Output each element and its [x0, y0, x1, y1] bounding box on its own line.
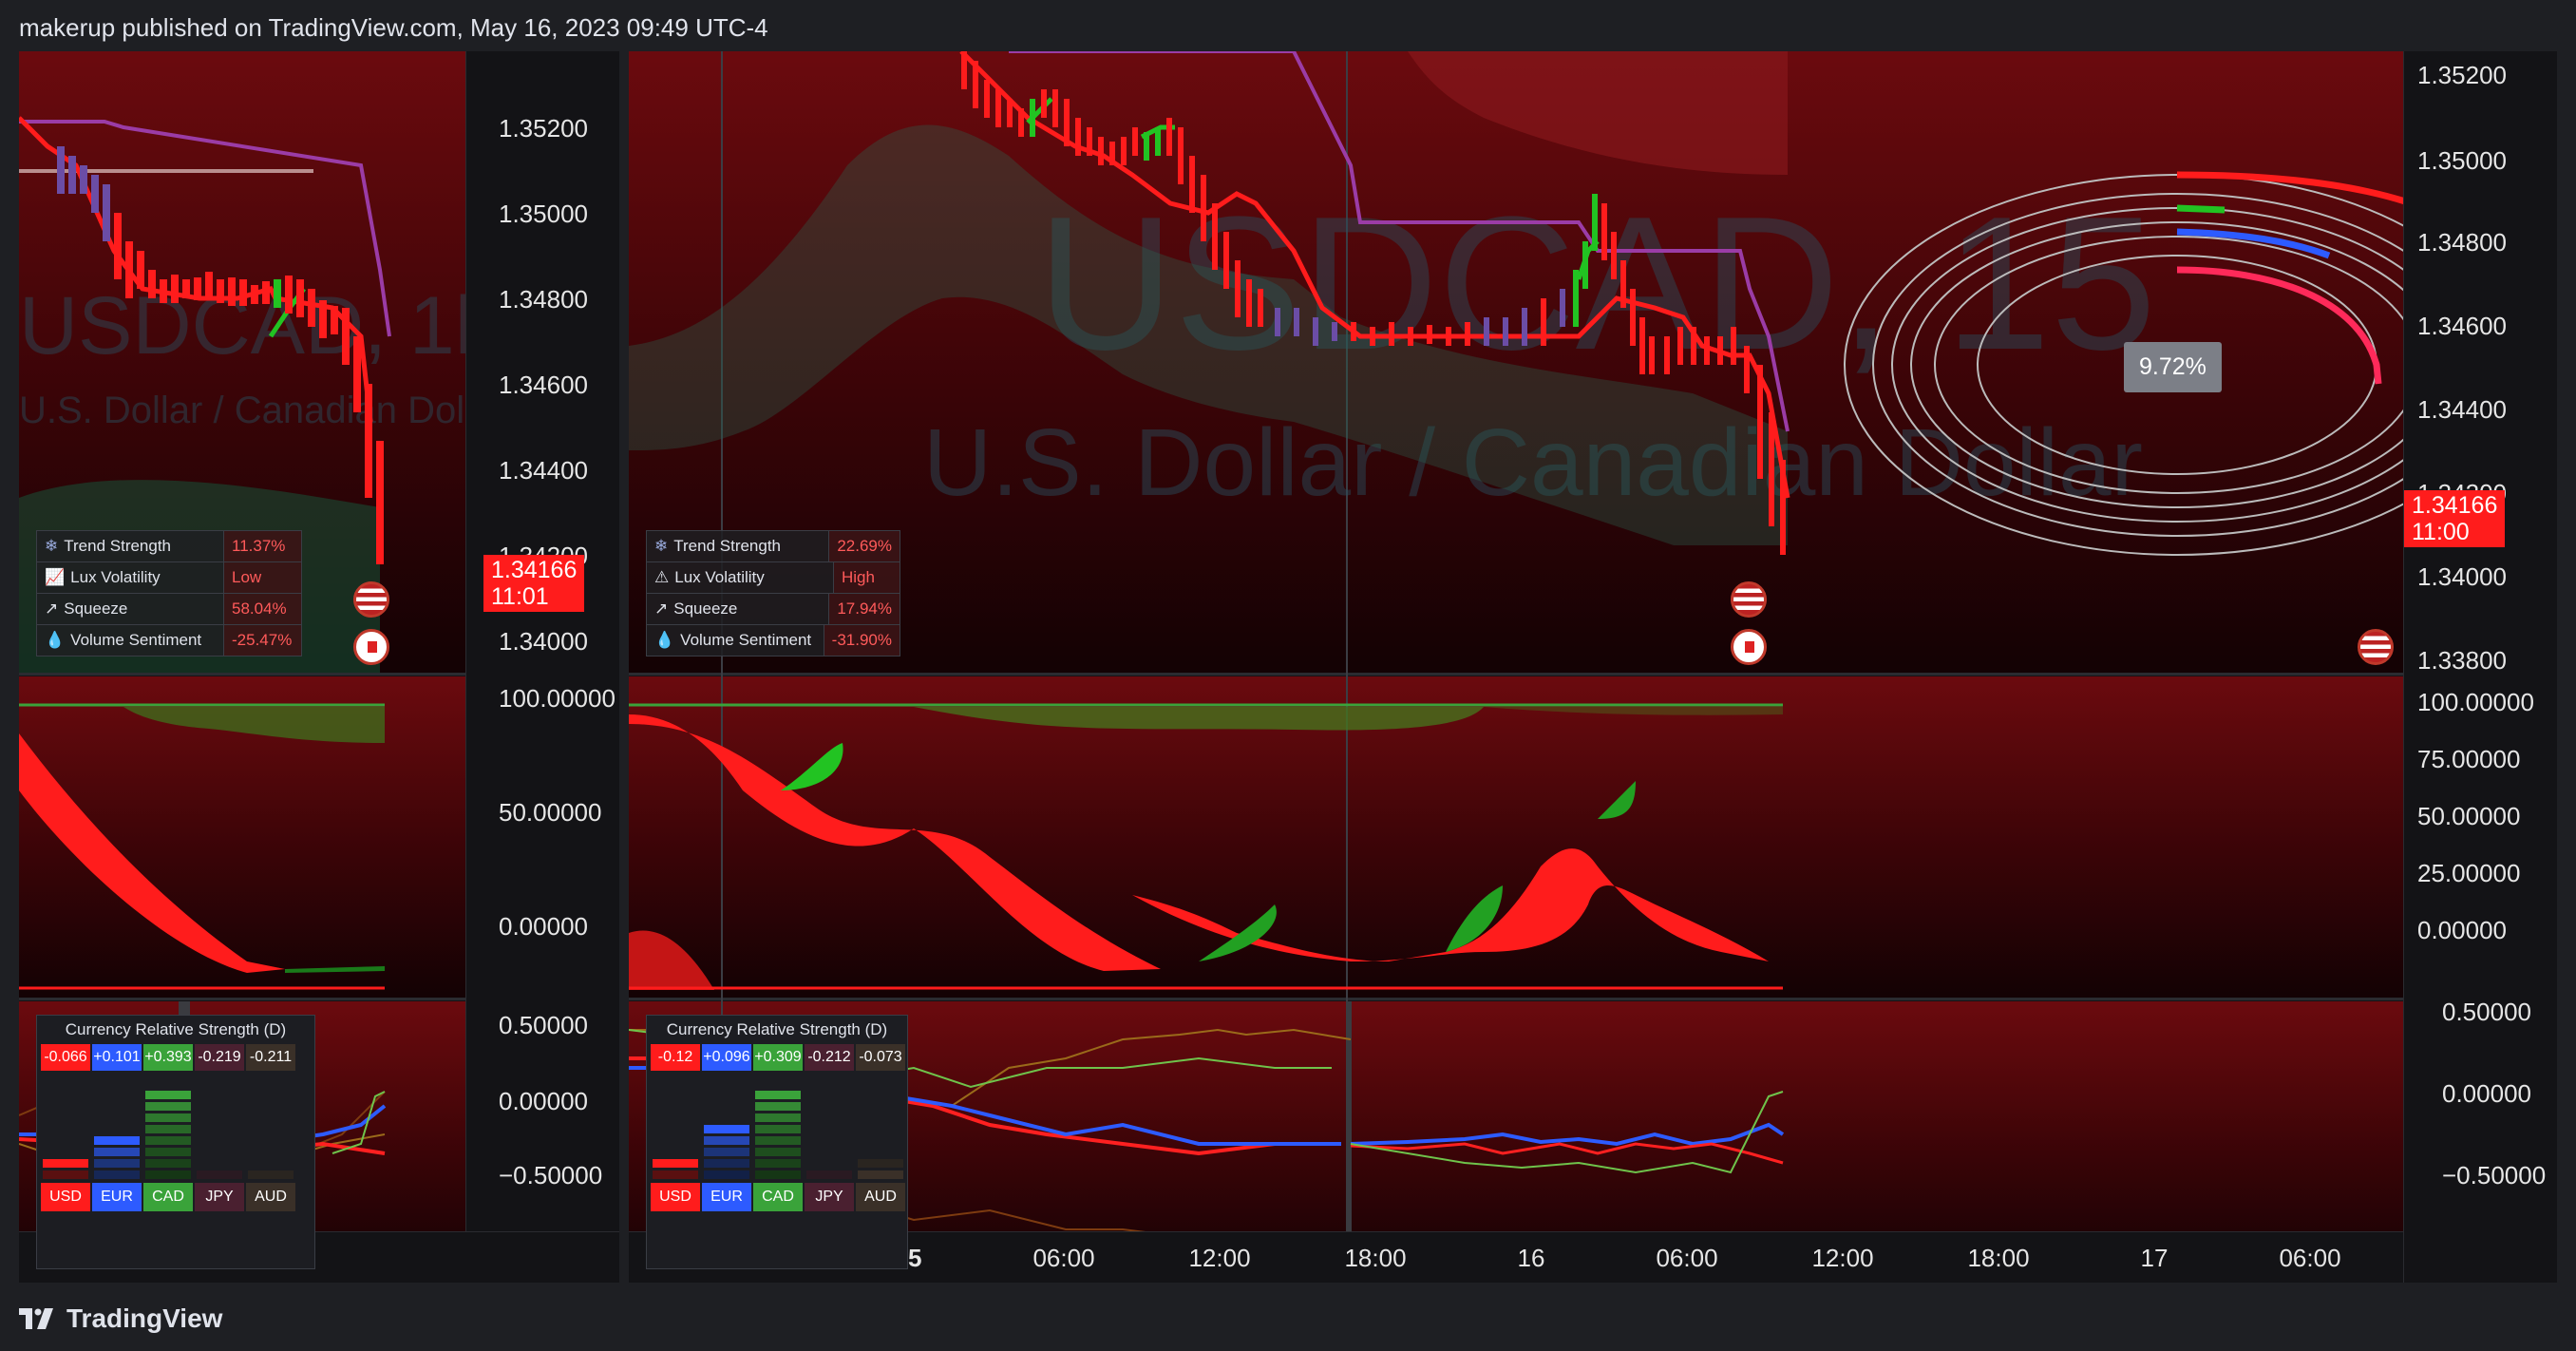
left-price-axis[interactable]: 1.35200 1.35000 1.34800 1.34600 1.34400 …	[465, 51, 619, 1283]
us-flag-icon[interactable]	[353, 581, 389, 618]
stat-row-lux-volatility: 📈 Lux Volatility Low	[37, 562, 301, 594]
chart-icon: 📈	[45, 568, 66, 586]
currency-strength-bars	[647, 1076, 907, 1179]
publisher-line: makerup published on TradingView.com, Ma…	[19, 13, 768, 42]
stat-row-squeeze: ↗ Squeeze 17.94%	[647, 594, 900, 625]
oscillator-red-band	[19, 733, 285, 973]
stat-row-volume-sentiment: 💧 Volume Sentiment -31.90%	[647, 625, 900, 656]
snowflake-icon: ❄	[654, 537, 669, 555]
currency-strength-panel: Currency Relative Strength (D) -0.066 +0…	[36, 1015, 315, 1269]
red-cloud	[1408, 51, 1788, 175]
lux-stats-table: ❄ Trend Strength 22.69% ⚠ Lux Volatility H…	[646, 530, 900, 656]
us-flag-icon[interactable]	[2358, 629, 2394, 665]
arrow-up-right-icon: ↗	[654, 599, 669, 618]
gauge-value-label: 9.72%	[2124, 342, 2222, 392]
last-price-tag: 1.34166 11:01	[483, 555, 585, 612]
stat-row-squeeze: ↗ Squeeze 58.04%	[37, 594, 301, 625]
currency-strength-bars	[37, 1076, 314, 1179]
purple-band	[19, 120, 391, 337]
left-chart-pane[interactable]: USDCAD, 1h U.S. Dollar / Canadian Dollar	[19, 51, 619, 1283]
stat-row-trend-strength: ❄ Trend Strength 22.69%	[647, 531, 900, 562]
last-price-tag: 1.34166 11:00	[2404, 490, 2506, 547]
droplet-icon: 💧	[45, 631, 66, 649]
oscillator-red-band	[629, 714, 1161, 971]
droplet-icon: 💧	[654, 631, 675, 649]
gauge-arc-green	[2176, 204, 2226, 214]
tradingview-logo[interactable]: TradingView	[19, 1302, 222, 1336]
tradingview-logo-icon	[19, 1308, 53, 1329]
right-price-axis[interactable]: 1.35200 1.35000 1.34800 1.34600 1.34400 …	[2403, 51, 2557, 1283]
snowflake-icon: ❄	[45, 537, 59, 555]
stat-row-trend-strength: ❄ Trend Strength 11.37%	[37, 531, 301, 562]
us-flag-icon[interactable]	[1731, 581, 1767, 618]
arrow-up-right-icon: ↗	[45, 599, 59, 618]
green-cloud	[629, 124, 1788, 545]
right-oscillator[interactable]	[629, 676, 2405, 998]
left-oscillator[interactable]	[19, 676, 465, 998]
canada-flag-icon[interactable]	[353, 629, 389, 665]
lux-stats-table: ❄ Trend Strength 11.37% 📈 Lux Volatility L…	[36, 530, 302, 656]
right-chart-pane[interactable]: USDCAD, 15 U.S. Dollar / Canadian Dollar	[629, 51, 2557, 1283]
currency-strength-panel: Currency Relative Strength (D) -0.12 +0.…	[646, 1015, 908, 1269]
canada-flag-icon[interactable]	[1731, 629, 1767, 665]
stat-row-volume-sentiment: 💧 Volume Sentiment -25.47%	[37, 625, 301, 656]
tradingview-logo-text: TradingView	[66, 1303, 223, 1333]
stat-row-lux-volatility: ⚠ Lux Volatility High	[647, 562, 900, 594]
warning-icon: ⚠	[654, 568, 670, 586]
